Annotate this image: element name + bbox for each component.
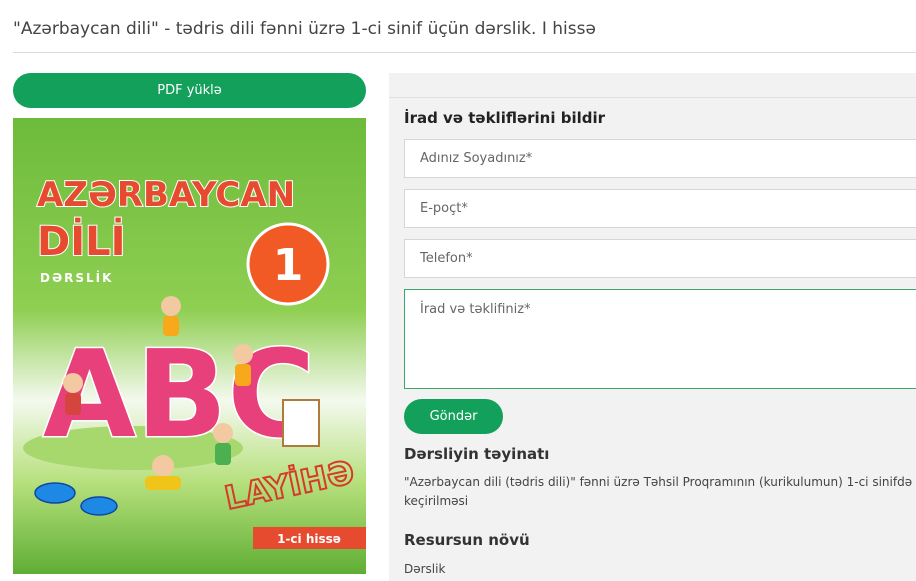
child-figure-3-body bbox=[235, 364, 251, 386]
purpose-text: "Azərbaycan dili (tədris dili)" fənni üz… bbox=[404, 475, 916, 508]
book-cover: AZƏRBAYCAN DİLİ DƏRSLİK 1 ABC LAYİHƏ 1-c… bbox=[13, 118, 366, 574]
panel-divider bbox=[389, 97, 916, 98]
easel bbox=[282, 399, 320, 447]
child-figure-5 bbox=[213, 423, 233, 443]
email-input[interactable] bbox=[404, 189, 916, 228]
child-figure-3 bbox=[233, 344, 253, 364]
feedback-panel: İrad və təkliflərini bildir Göndər Dərsl… bbox=[389, 73, 916, 581]
submit-button[interactable]: Göndər bbox=[404, 399, 503, 434]
cover-letters: ABC bbox=[43, 326, 315, 465]
phone-input[interactable] bbox=[404, 239, 916, 278]
part-label: 1-ci hissə bbox=[277, 532, 341, 546]
cover-title-line1: AZƏRBAYCAN bbox=[37, 175, 295, 215]
name-input[interactable] bbox=[404, 139, 916, 178]
blue-block-2 bbox=[80, 496, 118, 516]
blue-block-1 bbox=[34, 482, 76, 504]
page-title: "Azərbaycan dili" - tədris dili fənni üz… bbox=[13, 19, 596, 39]
grade-number: 1 bbox=[273, 240, 304, 291]
child-figure-4-body bbox=[145, 476, 181, 490]
child-figure-1 bbox=[63, 373, 83, 393]
book-cover-illustration: AZƏRBAYCAN DİLİ DƏRSLİK 1 ABC LAYİHƏ 1-c… bbox=[13, 118, 366, 574]
title-divider bbox=[13, 52, 916, 53]
resource-type-value: Dərslik bbox=[404, 562, 446, 576]
child-figure-2 bbox=[161, 296, 181, 316]
child-figure-5-body bbox=[215, 443, 231, 465]
resource-type-title: Resursun növü bbox=[404, 531, 530, 549]
pdf-download-button[interactable]: PDF yüklə bbox=[13, 73, 366, 108]
child-figure-2-body bbox=[163, 316, 179, 336]
child-figure-4 bbox=[152, 455, 174, 477]
message-textarea[interactable] bbox=[404, 289, 916, 389]
cover-title-line2: DİLİ bbox=[37, 217, 125, 265]
cover-subtitle: DƏRSLİK bbox=[40, 270, 113, 285]
child-figure-1-body bbox=[65, 393, 81, 415]
purpose-title: Dərsliyin təyinatı bbox=[404, 445, 550, 463]
feedback-form-heading: İrad və təkliflərini bildir bbox=[404, 109, 606, 127]
